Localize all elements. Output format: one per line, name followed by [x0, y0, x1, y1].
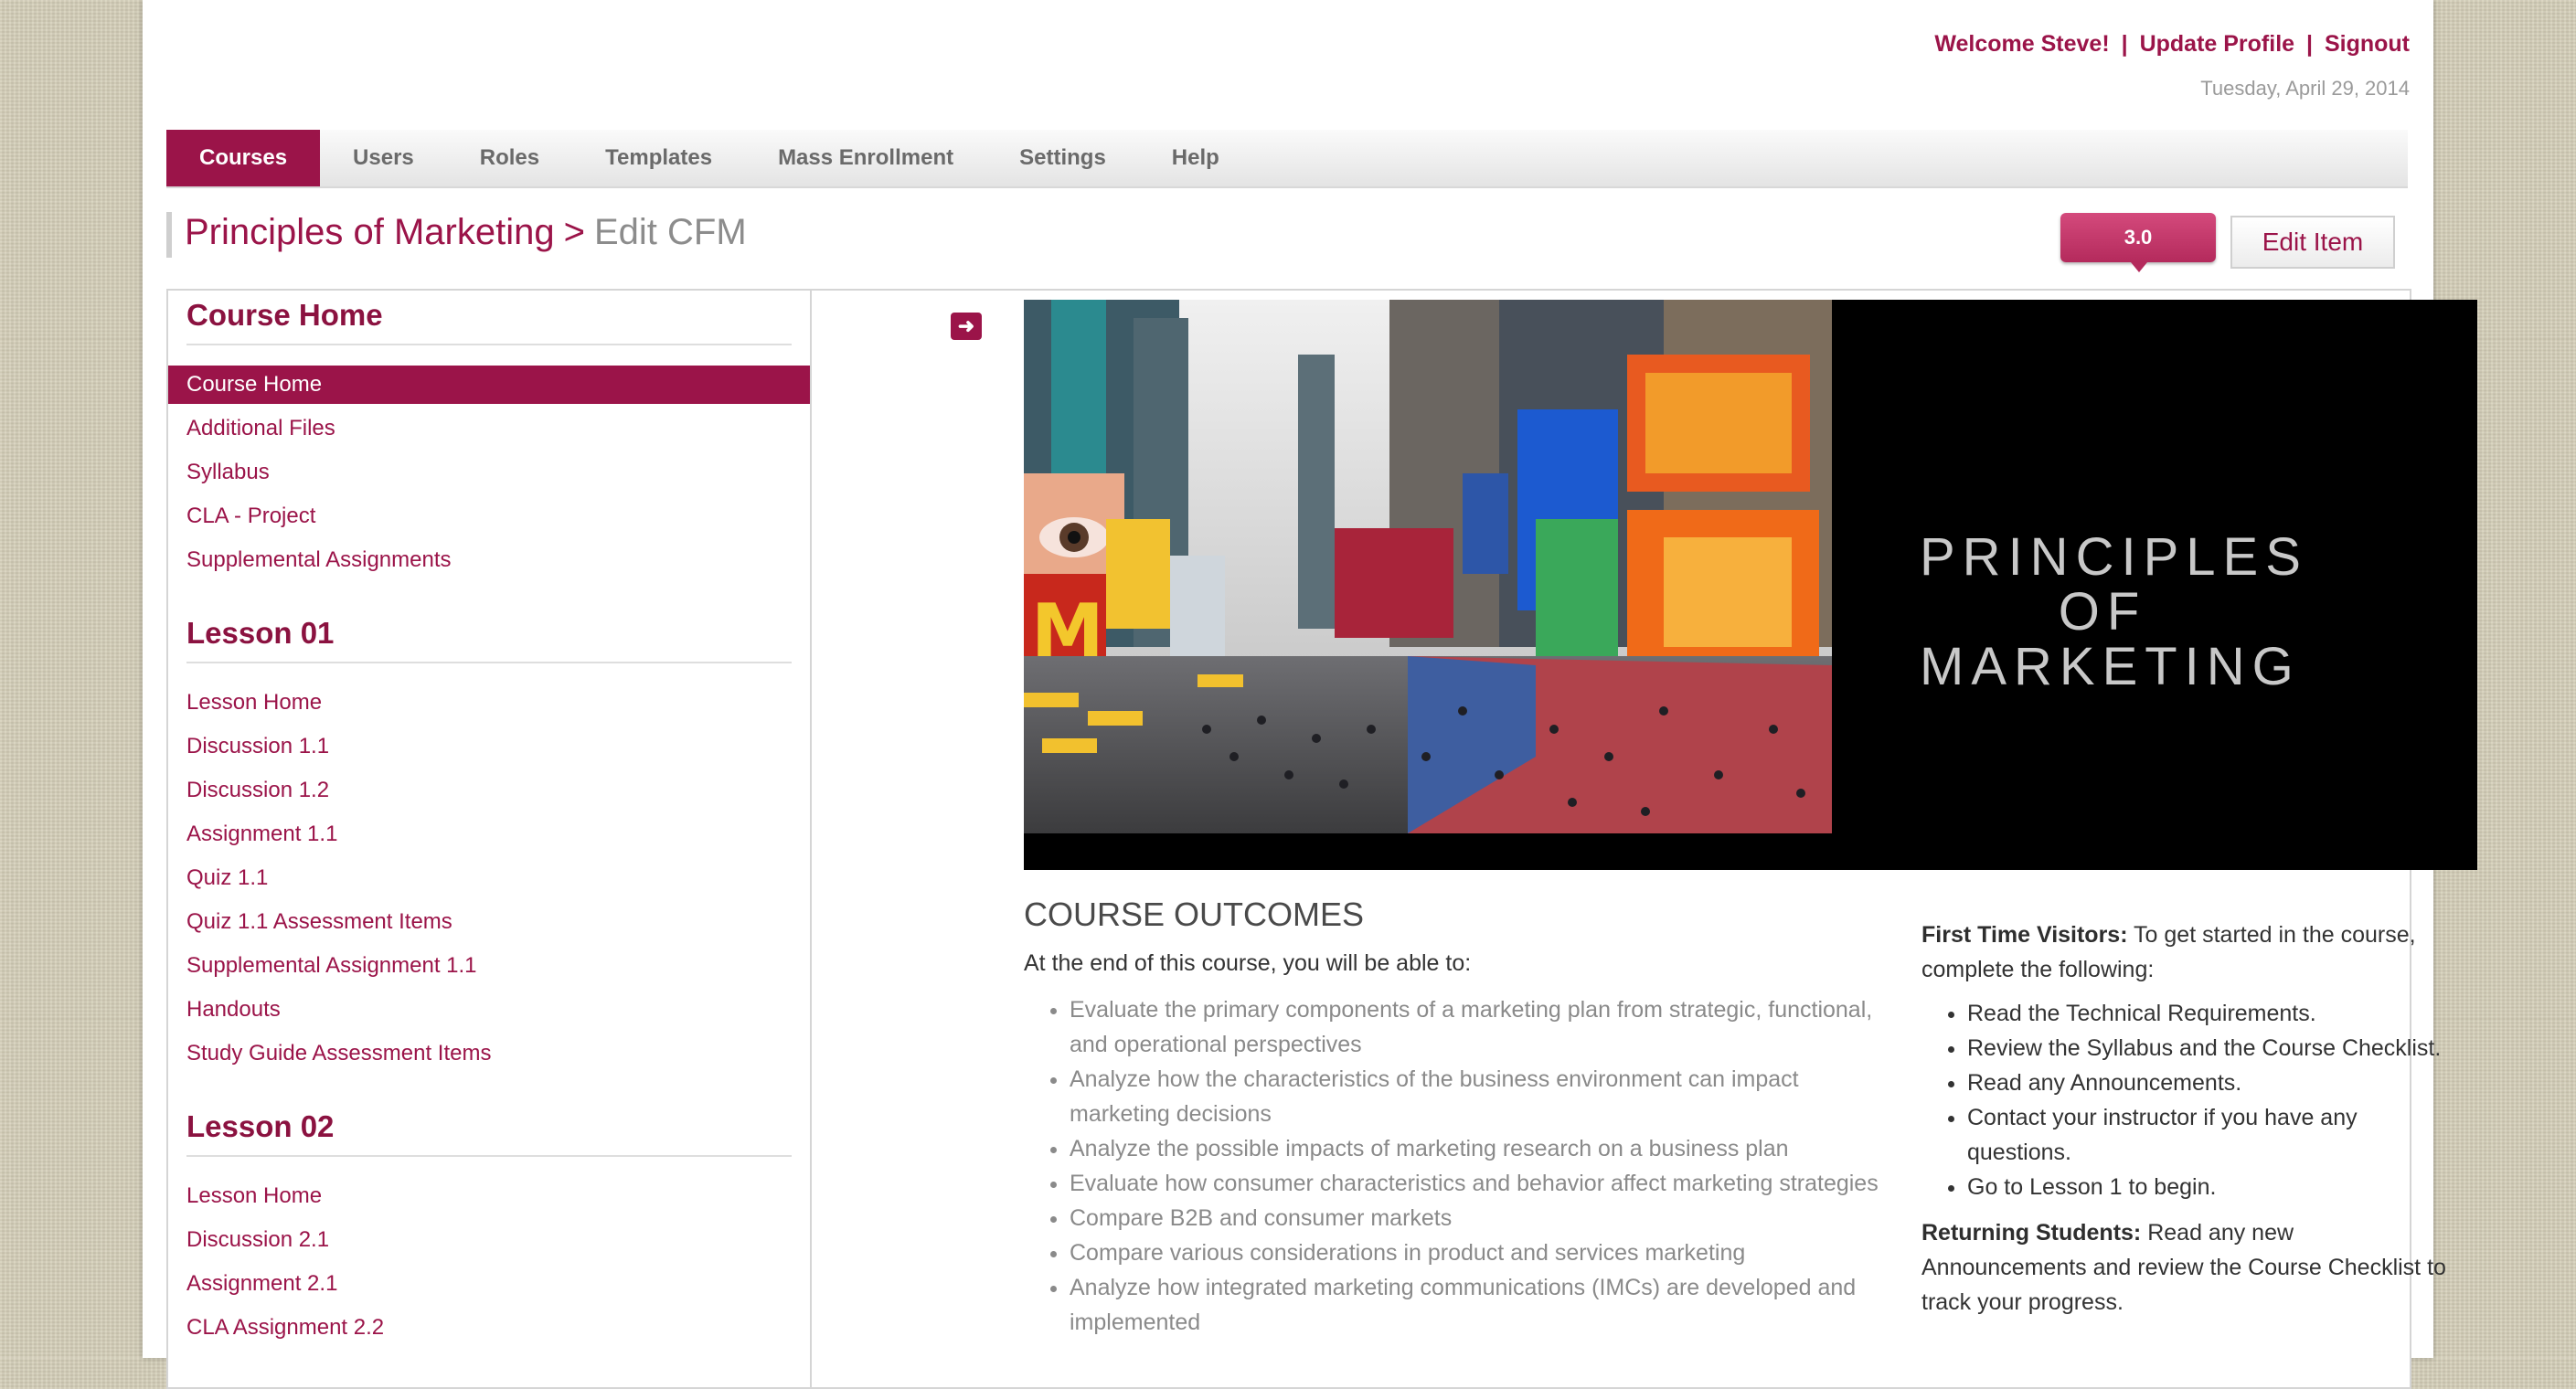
getting-started-panel: First Time Visitors: To get started in t… [1921, 917, 2461, 1320]
sidebar-item-discussion-1-2[interactable]: Discussion 1.2 [168, 771, 810, 810]
sidebar: Course Home Course Home Additional Files… [168, 291, 812, 1387]
sidebar-section-title: Lesson 02 [186, 1109, 792, 1157]
sidebar-item-supplemental-assignments[interactable]: Supplemental Assignments [168, 541, 810, 579]
list-item: Contact your instructor if you have any … [1967, 1100, 2461, 1170]
edit-item-button[interactable]: Edit Item [2230, 216, 2395, 269]
page-container: Welcome Steve! | Update Profile | Signou… [143, 0, 2477, 1389]
list-item: Read any Announcements. [1967, 1066, 2461, 1100]
sidebar-item-supplemental-assignment-1-1[interactable]: Supplemental Assignment 1.1 [168, 947, 810, 985]
banner-title-line: MARKETING [1920, 637, 2301, 696]
breadcrumb-course[interactable]: Principles of Marketing [185, 212, 555, 252]
sidebar-item-study-guide-assessment-items[interactable]: Study Guide Assessment Items [168, 1034, 810, 1073]
tab-courses[interactable]: Courses [166, 130, 321, 186]
tab-users[interactable]: Users [320, 130, 447, 186]
collapse-sidebar-button[interactable]: ➜ [951, 313, 982, 340]
returning-students-text: Returning Students: Read any new Announc… [1921, 1215, 2461, 1320]
times-square-image: M [1024, 300, 1832, 833]
list-item: Review the Syllabus and the Course Check… [1967, 1031, 2461, 1066]
sidebar-item-assignment-2-1[interactable]: Assignment 2.1 [168, 1265, 810, 1303]
sidebar-item-discussion-1-1[interactable]: Discussion 1.1 [168, 727, 810, 766]
list-item: Analyze how integrated marketing communi… [1070, 1270, 1892, 1340]
sidebar-item-cla-project[interactable]: CLA - Project [168, 497, 810, 535]
first-time-label: First Time Visitors: [1921, 922, 2128, 948]
sidebar-item-additional-files[interactable]: Additional Files [168, 409, 810, 448]
version-badge[interactable]: 3.0 [2060, 213, 2216, 272]
outcomes-list: Evaluate the primary components of a mar… [1024, 992, 1892, 1340]
list-item: Evaluate the primary components of a mar… [1070, 992, 1892, 1062]
user-links: Welcome Steve! | Update Profile | Signou… [1934, 31, 2410, 58]
sidebar-item-lesson-home[interactable]: Lesson Home [168, 1177, 810, 1215]
tab-help[interactable]: Help [1139, 130, 1252, 186]
caret-down-icon [2131, 262, 2147, 272]
page-title: Principles of Marketing > Edit CFM [166, 212, 747, 258]
course-banner: M PRINCIPLES OF MARKETING [1024, 300, 2477, 870]
returning-label: Returning Students: [1921, 1220, 2142, 1246]
sidebar-item-quiz-1-1-assessment-items[interactable]: Quiz 1.1 Assessment Items [168, 903, 810, 941]
sidebar-item-lesson-home[interactable]: Lesson Home [168, 684, 810, 722]
sidebar-item-syllabus[interactable]: Syllabus [168, 453, 810, 492]
outcomes-intro: At the end of this course, you will be a… [1024, 950, 1472, 976]
sidebar-section-title: Course Home [186, 298, 792, 345]
signout-link[interactable]: Signout [2325, 31, 2410, 57]
list-item: Read the Technical Requirements. [1967, 996, 2461, 1031]
sidebar-item-course-home[interactable]: Course Home [168, 366, 810, 404]
sidebar-item-handouts[interactable]: Handouts [168, 991, 810, 1029]
arrow-left-icon: ➜ [957, 314, 975, 337]
banner-title-line: PRINCIPLES OF [1920, 527, 2308, 641]
sidebar-section-title: Lesson 01 [186, 616, 792, 663]
list-item: Compare various considerations in produc… [1070, 1235, 1892, 1270]
list-item: Compare B2B and consumer markets [1070, 1201, 1892, 1235]
banner-title: PRINCIPLES OF MARKETING [1920, 527, 2308, 696]
list-item: Evaluate how consumer characteristics an… [1070, 1166, 1892, 1201]
separator: | [2121, 31, 2128, 57]
sidebar-item-discussion-2-1[interactable]: Discussion 2.1 [168, 1221, 810, 1259]
outcomes-heading: COURSE OUTCOMES [1024, 896, 1365, 933]
main-nav: Courses Users Roles Templates Mass Enrol… [166, 130, 2408, 188]
sidebar-item-cla-assignment-2-2[interactable]: CLA Assignment 2.2 [168, 1309, 810, 1347]
getting-started-steps: Read the Technical Requirements. Review … [1921, 996, 2461, 1204]
list-item: Go to Lesson 1 to begin. [1967, 1170, 2461, 1204]
list-item: Analyze how the characteristics of the b… [1070, 1062, 1892, 1131]
first-time-visitors-text: First Time Visitors: To get started in t… [1921, 917, 2461, 987]
breadcrumb-separator: > [563, 212, 585, 252]
update-profile-link[interactable]: Update Profile [2140, 31, 2294, 57]
tab-roles[interactable]: Roles [447, 130, 572, 186]
tab-mass-enrollment[interactable]: Mass Enrollment [745, 130, 986, 186]
tab-templates[interactable]: Templates [572, 130, 745, 186]
tab-settings[interactable]: Settings [986, 130, 1139, 186]
welcome-link[interactable]: Welcome Steve! [1934, 31, 2109, 57]
current-date: Tuesday, April 29, 2014 [2200, 77, 2410, 100]
sidebar-item-assignment-1-1[interactable]: Assignment 1.1 [168, 815, 810, 854]
separator: | [2306, 31, 2314, 57]
list-item: Analyze the possible impacts of marketin… [1070, 1131, 1892, 1166]
sidebar-item-quiz-1-1[interactable]: Quiz 1.1 [168, 859, 810, 897]
version-label: 3.0 [2124, 226, 2153, 249]
breadcrumb-current: Edit CFM [593, 212, 747, 252]
